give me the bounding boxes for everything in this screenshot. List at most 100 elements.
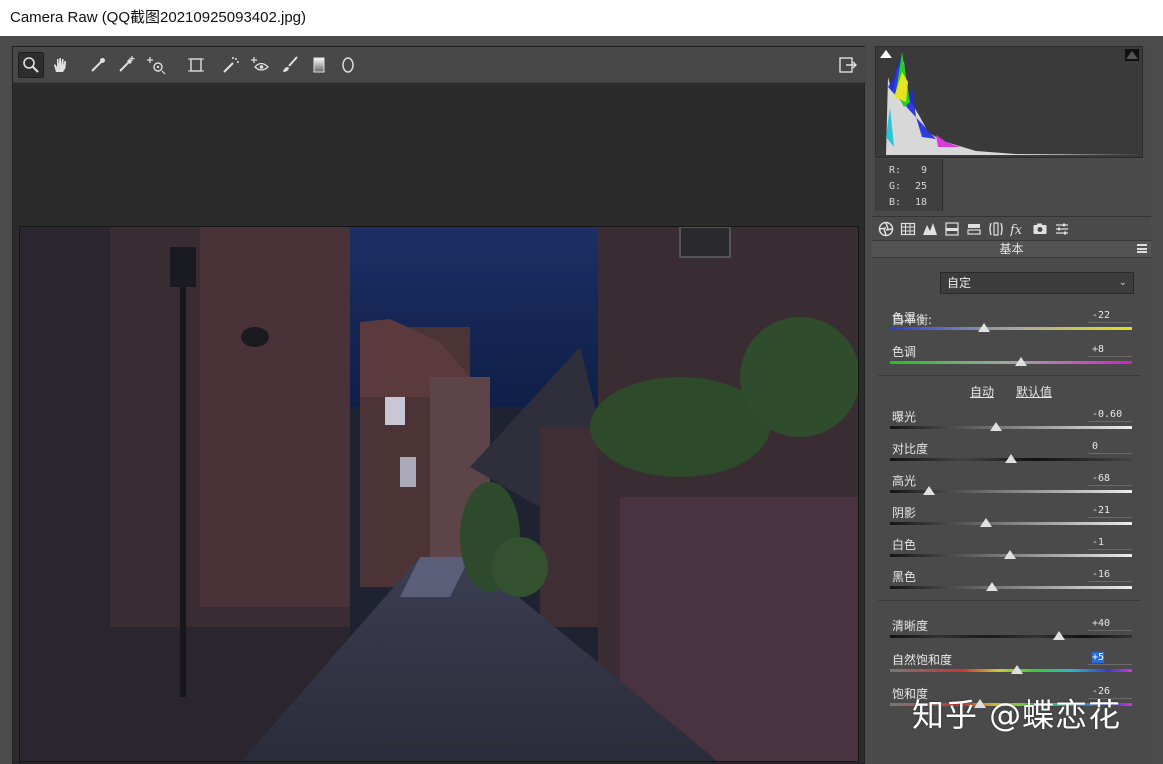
slider-value-text: 0 bbox=[1092, 441, 1099, 452]
hand-icon bbox=[54, 58, 66, 72]
slider-label-shadows: 阴影 bbox=[892, 506, 917, 520]
slider-label-temp: 色温 bbox=[892, 311, 917, 325]
slider-value-text: -0.60 bbox=[1092, 409, 1123, 420]
watermark: 知乎 @蝶恋花 bbox=[912, 696, 1122, 734]
tab-split-toning[interactable] bbox=[964, 220, 984, 238]
lens-icon bbox=[989, 222, 1003, 236]
sliders-icon bbox=[1056, 223, 1068, 235]
svg-text:fx: fx bbox=[1010, 223, 1023, 237]
zoom-tool[interactable] bbox=[18, 52, 44, 78]
slider-label-clarity: 清晰度 bbox=[892, 619, 929, 633]
tab-presets[interactable] bbox=[1052, 220, 1072, 238]
slider-label-tint: 色调 bbox=[892, 345, 917, 359]
default-link[interactable]: 默认值 bbox=[1016, 383, 1052, 400]
export-button[interactable] bbox=[836, 53, 860, 77]
slider-thumb-vibrance[interactable] bbox=[1011, 665, 1024, 674]
white-balance-select[interactable]: 自定 ⌄ bbox=[940, 272, 1134, 294]
aperture-icon bbox=[878, 221, 894, 237]
red-eye-tool[interactable] bbox=[247, 52, 273, 78]
slider-value-whites[interactable]: -1 bbox=[1088, 536, 1132, 550]
panel-title: 基本 bbox=[872, 240, 1151, 258]
slider-value-blacks[interactable]: -16 bbox=[1088, 568, 1132, 582]
magnifier-icon bbox=[23, 57, 39, 73]
slider-value-text: -16 bbox=[1092, 569, 1111, 580]
slider-value-contrast[interactable]: 0 bbox=[1088, 440, 1132, 454]
slider-value-vibrance[interactable]: +5 bbox=[1088, 651, 1132, 665]
white-balance-value: 自定 bbox=[947, 276, 972, 290]
tab-detail[interactable] bbox=[920, 220, 940, 238]
panel-menu-icon[interactable] bbox=[1137, 244, 1147, 253]
graduated-filter-tool[interactable] bbox=[306, 52, 332, 78]
split-icon bbox=[967, 224, 981, 235]
hand-tool[interactable] bbox=[47, 52, 73, 78]
slider-track-exposure[interactable] bbox=[890, 426, 1132, 429]
slider-label-highlights: 高光 bbox=[892, 474, 917, 488]
grid-icon bbox=[900, 222, 916, 236]
slider-value-text: -21 bbox=[1092, 505, 1111, 516]
g-value: 25 bbox=[915, 181, 928, 192]
tab-tone-curve[interactable] bbox=[898, 220, 918, 238]
slider-value-exposure[interactable]: -0.60 bbox=[1088, 408, 1132, 422]
targeted-adjustment-tool[interactable] bbox=[143, 52, 169, 78]
slider-value-text: +5 bbox=[1092, 652, 1105, 663]
slider-label-exposure: 曝光 bbox=[892, 410, 917, 424]
divider bbox=[878, 375, 1140, 376]
spot-icon bbox=[223, 57, 239, 73]
slider-track-shadows[interactable] bbox=[890, 522, 1132, 525]
slider-thumb-contrast[interactable] bbox=[1005, 454, 1017, 463]
panel-tabs: fx bbox=[872, 216, 1151, 240]
divider bbox=[878, 600, 1140, 601]
tab-lens[interactable] bbox=[986, 220, 1006, 238]
toolbar bbox=[13, 47, 866, 83]
image-pane bbox=[12, 46, 866, 764]
hsl-icon bbox=[945, 222, 959, 236]
slider-thumb-whites[interactable] bbox=[1003, 550, 1016, 559]
slider-value-shadows[interactable]: -21 bbox=[1088, 504, 1132, 518]
slider-track-clarity[interactable] bbox=[890, 635, 1132, 638]
color-sampler-tool[interactable] bbox=[113, 52, 139, 78]
eyedropper-plus-icon bbox=[119, 56, 135, 72]
slider-value-clarity[interactable]: +40 bbox=[1088, 617, 1132, 631]
slider-thumb-blacks[interactable] bbox=[985, 582, 998, 591]
slider-track-tint[interactable] bbox=[890, 361, 1132, 364]
tab-effects[interactable]: fx bbox=[1008, 220, 1028, 238]
slider-value-text: +40 bbox=[1092, 618, 1111, 629]
spot-removal-tool[interactable] bbox=[218, 52, 244, 78]
image-preview[interactable] bbox=[19, 226, 859, 762]
camera-icon bbox=[1033, 223, 1047, 234]
slider-thumb-tint[interactable] bbox=[1014, 357, 1027, 366]
slider-track-blacks[interactable] bbox=[890, 586, 1132, 589]
alley-photo bbox=[20, 227, 858, 761]
adjustment-panel: R:9 G:25 B:18 fx 基本 白平衡: 自定 ⌄ 自动 默认值 bbox=[872, 46, 1151, 764]
tab-basic[interactable] bbox=[876, 220, 896, 238]
slider-value-text: -22 bbox=[1092, 310, 1111, 321]
adjustment-brush-tool[interactable] bbox=[277, 52, 303, 78]
slider-value-text: -68 bbox=[1092, 473, 1111, 484]
white-balance-tool[interactable] bbox=[85, 52, 111, 78]
slider-thumb-shadows[interactable] bbox=[979, 518, 992, 527]
target-icon bbox=[147, 57, 166, 75]
slider-label-blacks: 黑色 bbox=[892, 570, 917, 584]
slider-thumb-temp[interactable] bbox=[978, 323, 991, 332]
slider-thumb-highlights[interactable] bbox=[922, 486, 935, 495]
tab-hsl[interactable] bbox=[942, 220, 962, 238]
auto-link[interactable]: 自动 bbox=[970, 383, 994, 400]
eye-icon bbox=[251, 57, 269, 71]
transform-tool[interactable] bbox=[183, 52, 209, 78]
transform-icon bbox=[188, 58, 204, 72]
export-icon bbox=[839, 57, 857, 73]
eyedropper-icon bbox=[91, 58, 105, 72]
slider-thumb-exposure[interactable] bbox=[990, 422, 1003, 431]
radial-filter-tool[interactable] bbox=[335, 52, 361, 78]
slider-value-text: +8 bbox=[1092, 344, 1105, 355]
slider-thumb-clarity[interactable] bbox=[1053, 631, 1066, 640]
slider-value-tint[interactable]: +8 bbox=[1088, 343, 1132, 357]
slider-label-vibrance: 自然饱和度 bbox=[892, 653, 953, 667]
tab-calibration[interactable] bbox=[1030, 220, 1050, 238]
slider-value-highlights[interactable]: -68 bbox=[1088, 472, 1132, 486]
slider-track-temp[interactable] bbox=[890, 327, 1132, 330]
ellipse-icon bbox=[342, 57, 354, 73]
slider-value-temp[interactable]: -22 bbox=[1088, 309, 1132, 323]
fx-icon: fx bbox=[1010, 223, 1023, 237]
slider-value-text: -1 bbox=[1092, 537, 1105, 548]
